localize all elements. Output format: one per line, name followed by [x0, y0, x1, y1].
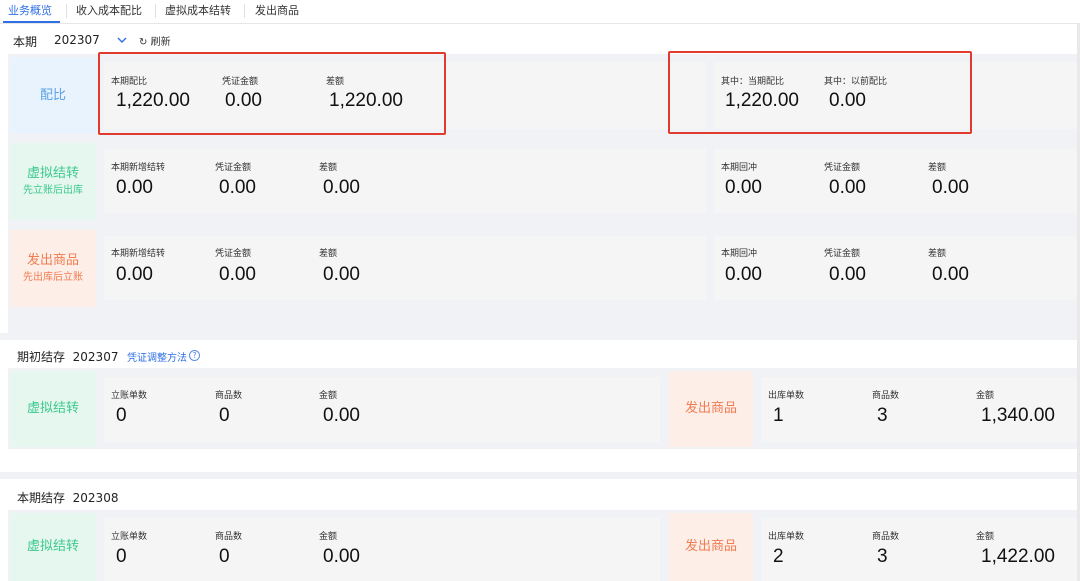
opening-title: 期初结存 202307	[17, 348, 118, 365]
metric-label: 金额	[976, 391, 995, 401]
tab-overview[interactable]: 业务概览	[8, 2, 52, 18]
metric-label: 差额	[928, 163, 947, 173]
metric-value: 0.00	[116, 177, 153, 198]
virtual-sublabel: 先立账后出库	[23, 184, 83, 196]
opening-virtual-label: 虚拟结转	[10, 371, 96, 447]
tab-shipped-goods[interactable]: 发出商品	[255, 2, 299, 18]
metric-value: 0.00	[323, 405, 360, 426]
metric-value: 0.00	[829, 264, 866, 285]
metric-label: 本期新增结转	[111, 249, 166, 259]
metric-value: 0.00	[116, 264, 153, 285]
metric-value: 0.00	[323, 177, 360, 198]
period-label: 本期	[13, 35, 38, 49]
metric-label: 商品数	[215, 391, 243, 401]
active-tab-indicator	[3, 21, 60, 23]
virtual-right-card	[714, 149, 1077, 213]
closing-title-text: 本期结存	[17, 491, 66, 505]
metric-label: 凭证金额	[215, 163, 252, 173]
metric-label: 商品数	[215, 532, 243, 542]
tab-divider	[66, 4, 67, 18]
match-label: 配比	[39, 87, 66, 103]
opening-title-text: 期初结存	[17, 350, 66, 364]
metric-value: 1	[773, 405, 784, 426]
metric-label: 差额	[928, 249, 947, 259]
shipped-label: 发出商品	[26, 252, 79, 268]
shipped-label: 发出商品	[684, 401, 737, 416]
tab-virtual-cost-transfer[interactable]: 虚拟成本结转	[165, 2, 231, 18]
metric-value: 0	[116, 405, 127, 426]
closing-shipped-label: 发出商品	[669, 513, 753, 581]
metric-value: 0.00	[219, 177, 256, 198]
metric-label: 金额	[319, 391, 338, 401]
highlight-box-left	[98, 52, 446, 135]
shipped-row-label: 发出商品 先出库后立账	[10, 230, 96, 307]
refresh-label: 刷新	[150, 37, 171, 48]
section-divider	[0, 333, 1080, 340]
shipped-right-card	[714, 236, 1077, 300]
chevron-down-icon[interactable]	[117, 36, 127, 44]
opening-period: 202307	[72, 350, 119, 364]
tab-bar: 业务概览 收入成本配比 虚拟成本结转 发出商品	[0, 0, 1080, 24]
period-select[interactable]: 202307	[54, 33, 100, 47]
metric-value: 0	[219, 546, 230, 567]
metric-value: 3	[877, 546, 888, 567]
metric-label: 商品数	[872, 532, 900, 542]
metric-value: 3	[877, 405, 888, 426]
metric-label: 凭证金额	[215, 249, 252, 259]
metric-label: 本期回冲	[721, 163, 758, 173]
metric-value: 0	[116, 546, 127, 567]
metric-label: 本期回冲	[721, 249, 758, 259]
closing-virtual-label: 虚拟结转	[10, 513, 96, 581]
metric-value: 0.00	[323, 264, 360, 285]
metric-value: 0.00	[932, 264, 969, 285]
opening-shipped-label: 发出商品	[669, 371, 753, 447]
metric-value: 1,422.00	[981, 546, 1055, 567]
metric-value: 0.00	[725, 177, 762, 198]
virtual-label: 虚拟结转	[26, 165, 79, 181]
shipped-sublabel: 先出库后立账	[23, 271, 83, 283]
help-icon[interactable]: ?	[189, 350, 200, 361]
opening-virtual-card	[104, 377, 660, 442]
metric-label: 金额	[319, 532, 338, 542]
tab-divider	[155, 4, 156, 18]
refresh-button[interactable]: ↻ 刷新	[139, 33, 171, 48]
metric-value: 0.00	[219, 264, 256, 285]
tab-revenue-cost-matching[interactable]: 收入成本配比	[76, 2, 142, 18]
metric-label: 金额	[976, 532, 995, 542]
voucher-adjust-link[interactable]: 凭证调整方法	[127, 349, 187, 364]
metric-value: 0.00	[323, 546, 360, 567]
closing-title: 本期结存 202308	[17, 489, 118, 506]
metric-label: 立账单数	[111, 532, 148, 542]
match-row-label: 配比	[10, 57, 96, 134]
metric-value: 0.00	[932, 177, 969, 198]
highlight-box-right	[668, 51, 972, 134]
virtual-row-label: 虚拟结转 先立账后出库	[10, 143, 96, 220]
shipped-label: 发出商品	[684, 539, 737, 554]
virtual-label: 虚拟结转	[26, 401, 79, 416]
metric-value: 0	[219, 405, 230, 426]
metric-label: 出库单数	[768, 391, 805, 401]
metric-label: 差额	[319, 163, 338, 173]
shipped-left-card	[104, 236, 706, 300]
metric-label: 立账单数	[111, 391, 148, 401]
closing-virtual-card	[104, 518, 660, 581]
metric-value: 0.00	[725, 264, 762, 285]
virtual-left-card	[104, 149, 706, 213]
metric-value: 0.00	[829, 177, 866, 198]
metric-label: 出库单数	[768, 532, 805, 542]
metric-label: 凭证金额	[824, 163, 861, 173]
tab-divider	[244, 4, 245, 18]
closing-period: 202308	[72, 491, 119, 505]
metric-label: 本期新增结转	[111, 163, 166, 173]
virtual-label: 虚拟结转	[26, 539, 79, 554]
metric-label: 差额	[319, 249, 338, 259]
metric-label: 凭证金额	[824, 249, 861, 259]
metric-value: 1,340.00	[981, 405, 1055, 426]
refresh-icon: ↻	[139, 37, 148, 48]
section-divider	[0, 472, 1080, 479]
metric-label: 商品数	[872, 391, 900, 401]
metric-value: 2	[773, 546, 784, 567]
